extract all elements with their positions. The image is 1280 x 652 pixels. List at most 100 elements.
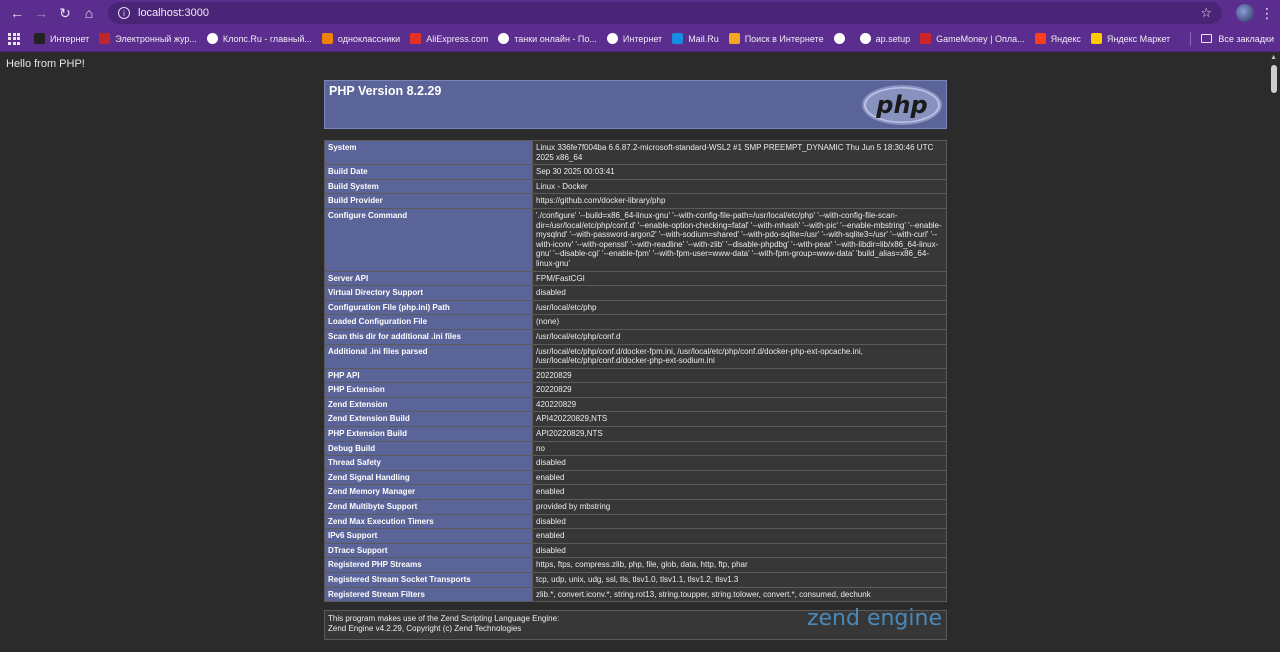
bookmark-item[interactable]: Электронный жур... (99, 33, 197, 44)
site-info-icon[interactable]: i (118, 7, 130, 19)
info-value: zlib.*, convert.iconv.*, string.rot13, s… (532, 586, 947, 603)
scroll-thumb[interactable] (1271, 65, 1277, 93)
info-value: Sep 30 2025 00:03:41 (532, 164, 947, 180)
bookmark-label: Поиск в Интернете (744, 33, 824, 44)
info-key: Zend Extension (324, 396, 533, 413)
info-row: PHP Extension Build API20220829,NTS (324, 426, 947, 442)
all-bookmarks-button[interactable]: Все закладки (1190, 31, 1274, 46)
info-row: Zend Extension 420220829 (324, 396, 947, 413)
divider (1190, 31, 1192, 46)
bookmark-label: Электронный жур... (115, 33, 197, 44)
search-engine-icon (728, 33, 740, 44)
info-row: Thread Safety disabled (324, 455, 947, 471)
bookmark-label: Клопс.Ru - главный... (222, 33, 312, 44)
info-value: disabled (532, 455, 947, 471)
forward-icon[interactable]: → (30, 2, 52, 24)
aliexpress-icon (410, 33, 422, 44)
bookmark-item[interactable]: Поиск в Интернете (728, 33, 824, 44)
phpinfo-table: System Linux 336fe7f004ba 6.6.87.2-micros… (324, 139, 947, 603)
info-value: FPM/FastCGI (532, 270, 947, 287)
back-icon[interactable]: ← (6, 2, 28, 24)
info-row: System Linux 336fe7f004ba 6.6.87.2-micros… (324, 139, 947, 166)
info-value: disabled (532, 513, 947, 530)
scrollbar[interactable]: ▲ (1268, 52, 1280, 652)
info-key: PHP Extension (324, 382, 533, 398)
google-icon (498, 33, 510, 44)
info-row: Zend Max Execution Timers disabled (324, 513, 947, 530)
bookmark-item[interactable]: Яндекс Маркет (1090, 33, 1171, 44)
bookmark-label: Интернет (622, 33, 663, 44)
bookmark-item[interactable]: Интернет (34, 33, 89, 44)
info-row: Zend Extension Build API420220829,NTS (324, 411, 947, 428)
zend-engine-box: This program makes use of the Zend Scrip… (324, 606, 947, 641)
info-row: Registered Stream Filters zlib.*, convert… (324, 586, 947, 603)
bookmark-item[interactable]: одноклассники (321, 33, 401, 44)
page-viewport: Hello from PHP! PHP Version 8.2.29 php S… (0, 52, 1280, 652)
info-key: Zend Memory Manager (324, 484, 533, 501)
mailru-icon (672, 33, 684, 44)
info-value: (none) (532, 314, 947, 330)
zend-engine-logo-icon: zend engine (806, 606, 942, 632)
yandex-icon (1034, 33, 1046, 44)
info-value: 20220829 (532, 367, 947, 384)
bookmark-label: Яндекс (1050, 33, 1081, 44)
bookmark-item[interactable]: ap.setup (859, 33, 910, 44)
bookmark-item[interactable]: Интернет (606, 33, 663, 44)
bookmark-label: Яндекс Маркет (1106, 33, 1171, 44)
info-key: Zend Max Execution Timers (324, 513, 533, 530)
info-key: Additional .ini files parsed (324, 343, 533, 369)
info-value: enabled (532, 484, 947, 501)
info-key: Scan this dir for additional .ini files (324, 328, 533, 345)
info-key: Virtual Directory Support (324, 285, 533, 301)
profile-avatar[interactable] (1236, 4, 1254, 22)
bookmark-label: танки онлайн - По... (514, 33, 597, 44)
info-row: Build System Linux - Docker (324, 178, 947, 195)
klops-icon (206, 33, 218, 44)
globe-icon (859, 33, 871, 44)
info-row: Configuration File (php.ini) Path/usr/lo… (324, 299, 947, 316)
bookmark-item[interactable]: танки онлайн - По... (498, 33, 597, 44)
address-url[interactable]: localhost:3000 (138, 7, 1200, 19)
folder-icon (1201, 34, 1213, 43)
info-value: no (532, 440, 947, 457)
info-key: Build Provider (324, 193, 533, 209)
info-key: Build Date (324, 164, 533, 180)
all-bookmarks-label: Все закладки (1218, 33, 1274, 44)
address-bar[interactable]: i localhost:3000 ☆ (108, 2, 1222, 24)
info-row: Debug Build no (324, 440, 947, 457)
yandex-market-icon (1090, 33, 1102, 44)
bookmark-item[interactable]: Клопс.Ru - главный... (206, 33, 312, 44)
phpinfo-container: PHP Version 8.2.29 php System Linux 336fe… (324, 80, 947, 641)
info-value: disabled (532, 542, 947, 559)
menu-icon[interactable]: ⋮ (1260, 5, 1274, 22)
bookmark-label: Интернет (50, 33, 90, 44)
info-value: './configure' '--build=x86_64-linux-gnu'… (532, 207, 947, 272)
info-key: Registered Stream Filters (324, 586, 533, 603)
info-key: Zend Signal Handling (324, 469, 533, 486)
info-value: enabled (532, 528, 947, 544)
bookmark-star-icon[interactable]: ☆ (1200, 5, 1212, 21)
info-key: System (324, 139, 533, 166)
php-version-title: PHP Version 8.2.29 (329, 84, 442, 98)
apps-grid-icon[interactable] (8, 32, 20, 45)
info-value: enabled (532, 469, 947, 486)
scroll-up-icon[interactable]: ▲ (1270, 54, 1277, 61)
info-row: PHP Extension 20220829 (324, 382, 947, 398)
bookmark-label: одноклассники (337, 33, 401, 44)
info-value: https, ftps, compress.zlib, php, file, g… (532, 557, 947, 573)
bookmark-label: AliExpress.com (426, 33, 489, 44)
reload-icon[interactable]: ↻ (54, 2, 76, 24)
bookmark-item[interactable]: GameMoney | Опла... (920, 33, 1025, 44)
home-icon[interactable]: ⌂ (78, 2, 100, 24)
bookmark-item[interactable]: Mail.Ru (672, 33, 719, 44)
browser-toolbar: ← → ↻ ⌂ i localhost:3000 ☆ ⋮ (0, 0, 1280, 26)
info-value: https://github.com/docker-library/php (532, 193, 947, 209)
bookmark-item[interactable] (833, 33, 850, 44)
phpinfo-header: PHP Version 8.2.29 php (324, 80, 947, 129)
info-key: Configure Command (324, 207, 533, 272)
info-row: Scan this dir for additional .ini files /… (324, 328, 947, 345)
bookmark-item[interactable]: Яндекс (1034, 33, 1081, 44)
info-row: Build Provider https://github.com/docker-… (324, 193, 947, 209)
info-value: API420220829,NTS (532, 411, 947, 428)
bookmark-item[interactable]: AliExpress.com (410, 33, 488, 44)
